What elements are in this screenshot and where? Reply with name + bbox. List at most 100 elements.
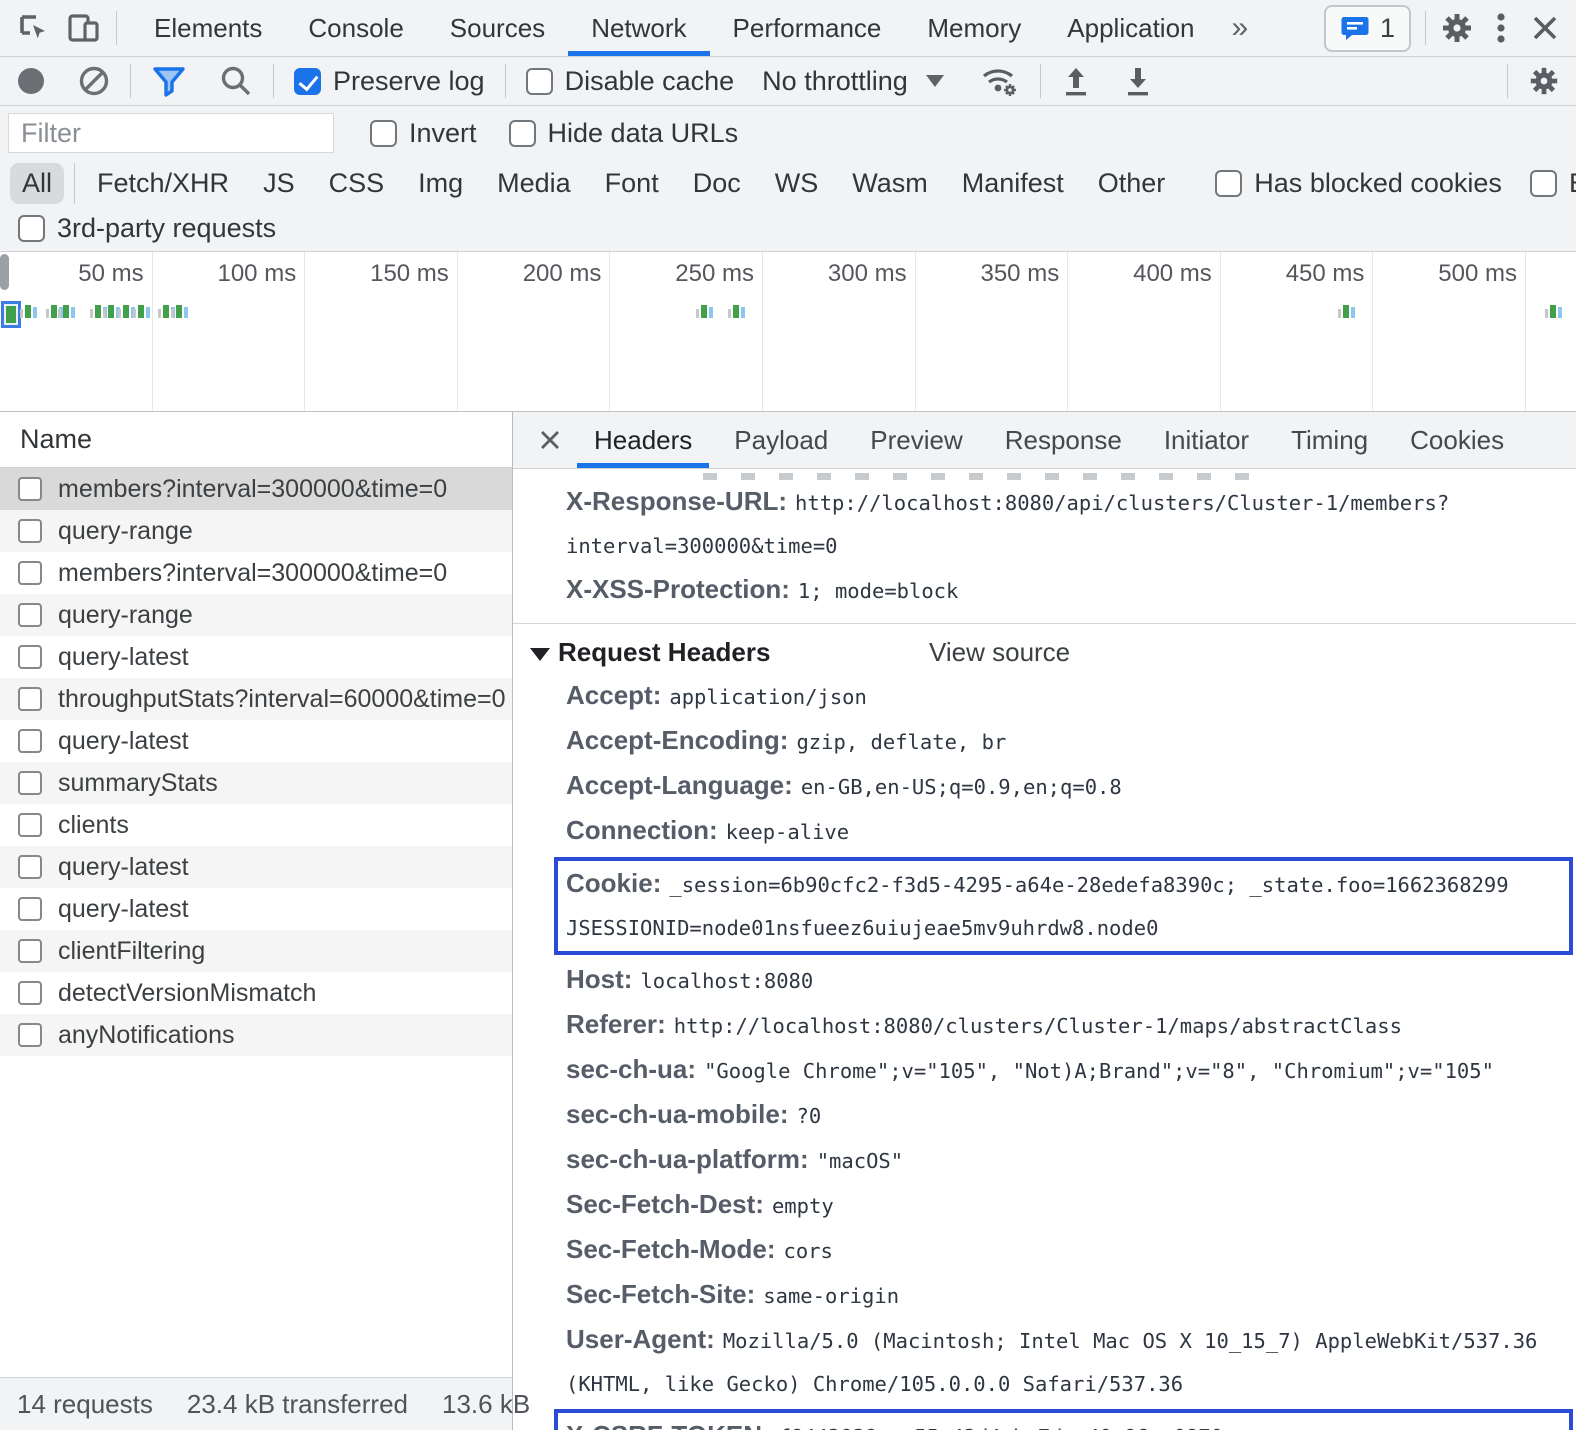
view-source-link[interactable]: View source [929,630,1070,674]
request-waterfall-mark[interactable] [171,305,188,318]
timeline-tick: 400 ms [1069,252,1221,411]
third-party-checkbox[interactable] [18,215,45,242]
filter-input[interactable] [8,113,334,153]
export-har-icon[interactable] [1123,64,1153,98]
detail-tab[interactable]: Payload [713,412,849,468]
network-overview-timeline[interactable]: 50 ms 100 ms 150 ms 200 ms 250 ms 300 ms… [0,252,1576,412]
request-waterfall-mark[interactable] [20,305,37,318]
request-row[interactable]: query-latest [0,720,512,762]
hide-data-urls-checkbox[interactable] [509,120,536,147]
resource-type-chip[interactable]: Media [485,163,583,204]
issues-count: 1 [1380,13,1395,44]
clear-network-log-icon[interactable] [78,65,110,97]
resource-type-chip[interactable]: Fetch/XHR [74,163,241,204]
detail-tab[interactable]: Cookies [1389,412,1525,468]
record-network-log-icon[interactable] [16,66,46,96]
request-row[interactable]: clientFiltering [0,930,512,972]
resource-type-chip[interactable]: Manifest [950,163,1076,204]
resource-type-chip[interactable]: Other [1086,163,1178,204]
request-row[interactable]: detectVersionMismatch [0,972,512,1014]
request-row-checkbox[interactable] [18,687,42,711]
resource-type-chip[interactable]: All [10,163,64,204]
request-row-checkbox[interactable] [18,897,42,921]
hide-data-urls-label: Hide data URLs [548,118,739,149]
panel-tab[interactable]: Network [568,0,709,56]
request-row-checkbox[interactable] [18,939,42,963]
close-detail-icon[interactable] [527,412,573,468]
request-row-checkbox[interactable] [18,645,42,669]
resource-type-chip[interactable]: JS [251,163,307,204]
request-row[interactable]: members?interval=300000&time=0 [0,552,512,594]
detail-tab[interactable]: Initiator [1143,412,1270,468]
request-row-checkbox[interactable] [18,561,42,585]
divider [116,11,117,45]
request-row-checkbox[interactable] [18,771,42,795]
request-row[interactable]: query-latest [0,636,512,678]
detail-tab[interactable]: Headers [573,412,713,468]
request-row[interactable]: query-latest [0,888,512,930]
resource-type-chip[interactable]: Doc [681,163,753,204]
search-icon[interactable] [219,64,253,98]
panel-tab[interactable]: Console [285,0,426,56]
network-settings-gear-icon[interactable] [1528,65,1560,97]
request-row[interactable]: anyNotifications [0,1014,512,1056]
resource-type-chip[interactable]: Img [406,163,475,204]
request-row[interactable]: summaryStats [0,762,512,804]
issues-counter-button[interactable]: 1 [1324,5,1411,52]
request-waterfall-mark[interactable] [728,305,745,318]
request-waterfall-mark[interactable] [696,305,713,318]
panel-tab[interactable]: Memory [904,0,1044,56]
request-row[interactable]: throughputStats?interval=60000&time=0 [0,678,512,720]
disclosure-triangle-icon[interactable] [530,648,550,661]
close-devtools-icon[interactable] [1530,13,1560,43]
detail-tab[interactable]: Timing [1270,412,1389,468]
more-options-icon[interactable] [1496,11,1506,45]
has-blocked-cookies-control: Has blocked cookies [1215,168,1502,199]
has-blocked-cookies-checkbox[interactable] [1215,170,1242,197]
request-row-checkbox[interactable] [18,519,42,543]
request-row[interactable]: query-range [0,510,512,552]
resource-type-chip[interactable]: Wasm [840,163,940,204]
timeline-tick: 150 ms [306,252,458,411]
resource-type-chip[interactable]: WS [763,163,831,204]
throttling-select[interactable]: No throttling [762,66,944,97]
request-row-checkbox[interactable] [18,855,42,879]
resource-type-chip[interactable]: CSS [317,163,397,204]
request-waterfall-mark[interactable] [1338,305,1355,318]
settings-gear-icon[interactable] [1440,11,1474,45]
invert-checkbox[interactable] [370,120,397,147]
panel-tab[interactable]: Application [1044,0,1217,56]
request-row[interactable]: query-range [0,594,512,636]
request-row-checkbox[interactable] [18,813,42,837]
network-conditions-icon[interactable] [980,64,1020,98]
filter-icon[interactable] [151,64,187,98]
request-row[interactable]: query-latest [0,846,512,888]
request-row-checkbox[interactable] [18,981,42,1005]
more-tabs-icon[interactable]: » [1218,11,1263,45]
request-row[interactable]: clients [0,804,512,846]
request-row-checkbox[interactable] [18,477,42,501]
inspect-element-icon[interactable] [16,11,50,45]
request-waterfall-mark[interactable] [133,305,150,318]
preserve-log-checkbox[interactable] [294,68,321,95]
request-row-checkbox[interactable] [18,729,42,753]
panel-tab[interactable]: Sources [427,0,568,56]
panel-tab[interactable]: Performance [710,0,905,56]
request-waterfall-mark[interactable] [1,301,21,328]
header-name: X-Response-URL [566,486,787,516]
request-waterfall-mark[interactable] [58,305,75,318]
blocked-requests-checkbox[interactable] [1530,170,1557,197]
request-row[interactable]: members?interval=300000&time=0 [0,468,512,510]
resource-type-chip[interactable]: Font [593,163,671,204]
name-column-header[interactable]: Name [0,412,512,468]
detail-tab[interactable]: Response [984,412,1143,468]
request-row-checkbox[interactable] [18,1023,42,1047]
timeline-grippy-handle[interactable] [0,254,9,290]
request-waterfall-mark[interactable] [1545,305,1562,318]
disable-cache-checkbox[interactable] [526,68,553,95]
request-row-checkbox[interactable] [18,603,42,627]
import-har-icon[interactable] [1061,64,1091,98]
detail-tab[interactable]: Preview [849,412,983,468]
panel-tab[interactable]: Elements [131,0,285,56]
device-toolbar-icon[interactable] [66,11,102,45]
